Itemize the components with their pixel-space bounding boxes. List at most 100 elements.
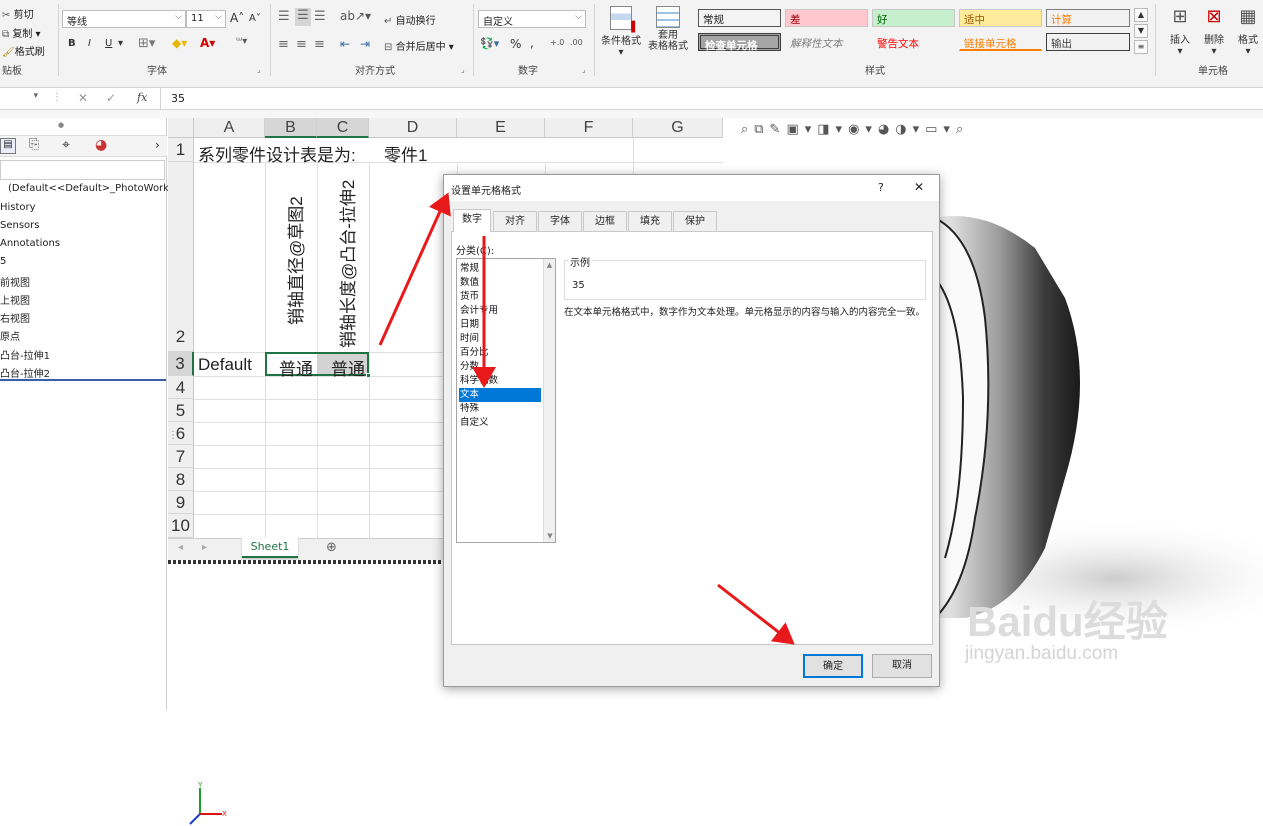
cell-b3[interactable]: 普通 (279, 355, 313, 380)
copy-button[interactable]: ⧉ 复制 ▾ (2, 25, 41, 40)
decrease-decimal-icon[interactable]: .00 (570, 38, 583, 47)
tree-item-top-plane[interactable]: 上视图 (0, 292, 30, 307)
cut-button[interactable]: ✂ 剪切 (2, 6, 34, 21)
style-linked-cell[interactable]: 链接单元格 (959, 33, 1042, 51)
list-item[interactable]: 自定义 (459, 416, 541, 430)
row-header-1[interactable]: 1 (168, 138, 194, 162)
underline-dropdown[interactable]: ▾ (118, 38, 123, 49)
configuration-manager-icon[interactable]: ⌖ (62, 137, 70, 153)
list-item[interactable]: 百分比 (459, 346, 541, 360)
style-check-cell[interactable]: 检查单元格 (698, 33, 781, 52)
dialog-launcher-icon[interactable]: ⌟ (582, 65, 586, 74)
scroll-left-icon[interactable]: ◂ (178, 542, 183, 553)
rollback-bar[interactable] (0, 379, 166, 381)
styles-scroll-up-icon[interactable]: ▲ (1134, 8, 1148, 22)
heads-up-toolbar[interactable]: ⌕⧉✎▣▾◨▾◉▾◕◑▾▭▾⌕ (741, 122, 969, 137)
column-header-f[interactable]: F (545, 118, 633, 138)
number-format-select[interactable]: 自定义 ⌵ (478, 10, 586, 28)
underline-button[interactable]: U (105, 38, 112, 49)
style-explanatory[interactable]: 解释性文本 (785, 33, 868, 51)
align-left-icon[interactable]: ≡ (278, 37, 289, 52)
tree-item-boss-extrude2[interactable]: 凸台-拉伸2 (0, 365, 50, 380)
cell-c3[interactable]: 普通 (331, 355, 365, 380)
tab-fill[interactable]: 填充 (628, 211, 672, 232)
scroll-up-icon[interactable]: ▲ (544, 261, 555, 269)
fill-color-icon[interactable]: ◆▾ (172, 36, 187, 50)
help-button[interactable]: ? (878, 181, 884, 194)
italic-button[interactable]: I (88, 38, 91, 49)
formula-input[interactable]: 35 (171, 92, 185, 105)
list-item[interactable]: 特殊 (459, 402, 541, 416)
align-top-icon[interactable]: ☰ (278, 9, 290, 24)
ok-button[interactable]: 确定 (803, 654, 863, 678)
tab-font[interactable]: 字体 (538, 211, 582, 232)
cell-c2[interactable]: 销轴长度@凸台-拉伸2 (334, 180, 359, 348)
dialog-launcher-icon[interactable]: ⌟ (461, 65, 465, 74)
phonetic-icon[interactable]: ᵚ▾ (236, 36, 247, 47)
list-item[interactable]: 科学记数 (459, 374, 541, 388)
list-item[interactable]: 常规 (459, 262, 541, 276)
list-item[interactable]: 分数 (459, 360, 541, 374)
shrink-font-button[interactable]: A˅ (249, 13, 261, 24)
tab-number[interactable]: 数字 (453, 209, 491, 232)
list-item[interactable]: 会计专用 (459, 304, 541, 318)
font-name-select[interactable]: 等线 ⌵ (62, 10, 186, 28)
conditional-format-button[interactable]: ▐ 条件格式 ▾ (600, 6, 642, 58)
align-center-icon[interactable]: ≡ (296, 37, 307, 52)
increase-indent-icon[interactable]: ⇥ (360, 37, 370, 51)
tree-item-origin[interactable]: 原点 (0, 328, 20, 343)
column-header-c[interactable]: C (317, 118, 369, 138)
percent-button[interactable]: % (510, 37, 521, 51)
cell-d1[interactable]: 零件1 (384, 141, 427, 166)
delete-button[interactable]: ⊠ 删除 ▾ (1198, 6, 1230, 57)
grow-font-button[interactable]: A˄ (230, 11, 244, 25)
format-painter-button[interactable]: 🖌格式刷 (2, 43, 45, 58)
close-button[interactable]: ✕ (914, 180, 924, 194)
styles-more-icon[interactable]: ≡ (1134, 40, 1148, 54)
list-item-selected[interactable]: 文本 (459, 388, 541, 402)
align-bottom-icon[interactable]: ☰ (314, 9, 326, 24)
insert-function-icon[interactable]: fx (137, 91, 147, 104)
style-warning[interactable]: 警告文本 (872, 33, 955, 51)
bold-button[interactable]: B (68, 38, 76, 49)
property-manager-icon[interactable]: ⎘ (29, 137, 39, 152)
decrease-indent-icon[interactable]: ⇤ (340, 37, 350, 51)
row-header-10[interactable]: 10 (168, 514, 194, 538)
appearance-manager-icon[interactable]: ◕ (95, 137, 107, 153)
row-header-7[interactable]: 7 (168, 445, 194, 468)
font-color-icon[interactable]: A▾ (200, 36, 215, 50)
cell-a3[interactable]: Default (198, 355, 252, 375)
row-header-5[interactable]: 5 (168, 399, 194, 422)
tree-item-right-plane[interactable]: 右视图 (0, 310, 30, 325)
tree-item-material[interactable]: 5 (0, 256, 6, 267)
row-header-2[interactable]: 2 (168, 162, 194, 352)
cell-a1[interactable]: 系列零件设计表是为: (198, 141, 356, 166)
merge-center-button[interactable]: ⊟ 合并后居中 ▾ (384, 38, 454, 53)
tree-filter-input[interactable] (0, 160, 165, 180)
align-middle-icon[interactable]: ☰ (295, 8, 311, 26)
cancel-button[interactable]: 取消 (872, 654, 932, 678)
tree-item-sensors[interactable]: Sensors (0, 220, 40, 231)
column-header-a[interactable]: A (194, 118, 265, 138)
orientation-icon[interactable]: ab↗▾ (340, 9, 371, 23)
tree-item-annotations[interactable]: Annotations (0, 238, 60, 249)
select-all-corner[interactable] (168, 118, 194, 138)
scroll-down-icon[interactable]: ▼ (544, 532, 556, 540)
tab-border[interactable]: 边框 (583, 211, 627, 232)
confirm-entry-icon[interactable]: ✓ (106, 91, 116, 105)
add-sheet-icon[interactable]: ⊕ (326, 540, 337, 555)
scroll-right-icon[interactable]: ▸ (202, 542, 207, 553)
format-as-table-button[interactable]: 套用 表格格式 (644, 6, 692, 52)
format-button[interactable]: ▦ 格式 ▾ (1232, 6, 1263, 57)
tab-alignment[interactable]: 对齐 (493, 211, 537, 232)
cell-b2[interactable]: 销轴直径@草图2 (282, 196, 307, 325)
category-listbox[interactable]: 常规 数值 货币 会计专用 日期 时间 百分比 分数 科学记数 文本 特殊 自定… (456, 258, 556, 543)
list-item[interactable]: 货币 (459, 290, 541, 304)
list-item[interactable]: 日期 (459, 318, 541, 332)
chevron-right-icon[interactable]: › (155, 138, 160, 152)
name-box[interactable]: ▾ (0, 91, 42, 107)
row-header-3[interactable]: 3 (168, 352, 194, 376)
tab-protection[interactable]: 保护 (673, 211, 717, 232)
tree-item-front-plane[interactable]: 前视图 (0, 274, 30, 289)
feature-manager-icon[interactable]: ▤ (0, 138, 16, 154)
